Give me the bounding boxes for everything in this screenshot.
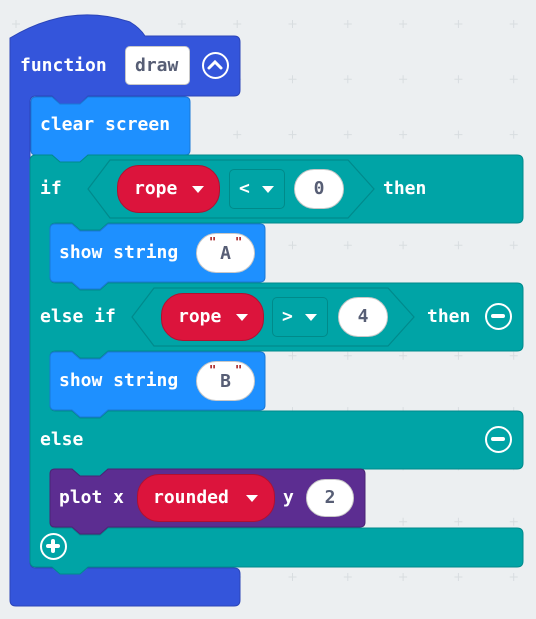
dropdown-arrow-icon <box>246 495 258 502</box>
plot-x-variable-dropdown[interactable]: rounded <box>137 474 275 522</box>
plot-block[interactable] <box>0 0 536 619</box>
plot-y-label: y <box>283 487 294 508</box>
plot-y-input[interactable]: 2 <box>306 479 354 517</box>
plus-icon-v <box>51 539 55 553</box>
add-else-if-button[interactable] <box>40 533 67 560</box>
plot-x-variable-name: rounded <box>153 487 229 508</box>
plot-y-value: 2 <box>324 487 336 508</box>
plot-x-label: plot x <box>59 487 125 508</box>
